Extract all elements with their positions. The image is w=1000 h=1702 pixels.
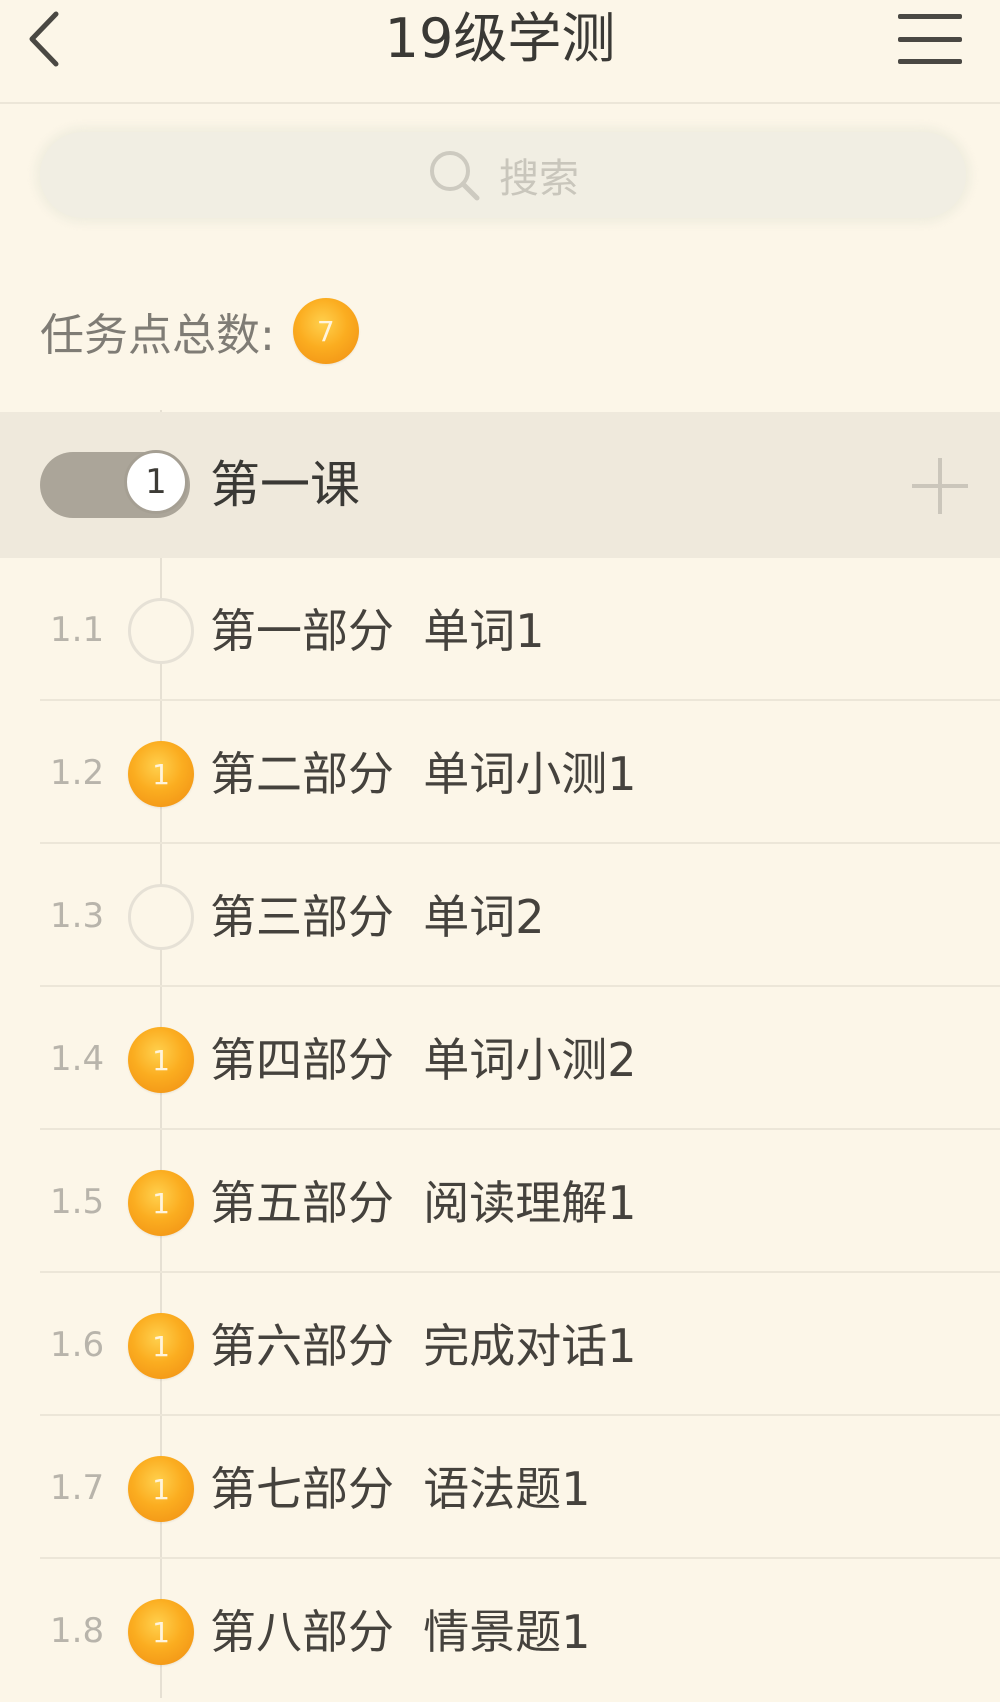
- task-total-label: 任务点总数:: [40, 310, 275, 361]
- lesson-title: 第三部分 单词2: [210, 890, 545, 944]
- lesson-number: 1.3: [50, 896, 105, 936]
- empty-circle-icon: [128, 884, 194, 950]
- menu-line: [898, 59, 962, 64]
- lesson-row[interactable]: 1.1 第一部分 单词1: [0, 558, 1000, 701]
- task-total-badge: 7: [292, 298, 359, 364]
- empty-circle-icon: [128, 598, 194, 664]
- lesson-row[interactable]: 1.3 第三部分 单词2: [0, 844, 1000, 987]
- lesson-number: 1.8: [50, 1611, 105, 1651]
- lesson-title: 第五部分 阅读理解1: [210, 1176, 637, 1230]
- task-total: 任务点总数: 7: [40, 296, 359, 366]
- lesson-row[interactable]: 1.4 1 第四部分 单词小测2: [0, 987, 1000, 1130]
- task-badge: 1: [128, 1170, 194, 1236]
- lesson-row[interactable]: 1.6 1 第六部分 完成对话1: [0, 1273, 1000, 1416]
- lesson-title: 第一部分 单词1: [210, 604, 545, 658]
- search-placeholder: 搜索: [499, 156, 579, 202]
- lesson-row[interactable]: 1.7 1 第七部分 语法题1: [0, 1416, 1000, 1559]
- menu-line: [898, 14, 962, 19]
- lesson-number: 1.1: [50, 610, 105, 650]
- task-badge: 1: [128, 1456, 194, 1522]
- lesson-number: 1.7: [50, 1468, 105, 1508]
- chapter-title: 第一课: [210, 456, 360, 514]
- task-badge: 1: [128, 1313, 194, 1379]
- task-badge: 1: [128, 1027, 194, 1093]
- lesson-row[interactable]: 1.2 1 第二部分 单词小测1: [0, 701, 1000, 844]
- search-icon: [430, 151, 480, 201]
- lesson-title: 第四部分 单词小测2: [210, 1033, 637, 1087]
- page-title: 19级学测: [384, 7, 616, 70]
- lesson-row[interactable]: 1.5 1 第五部分 阅读理解1: [0, 1130, 1000, 1273]
- lesson-number: 1.6: [50, 1325, 105, 1365]
- lesson-title: 第二部分 单词小测1: [210, 747, 637, 801]
- task-badge: 1: [128, 1599, 194, 1665]
- lesson-number: 1.2: [50, 753, 105, 793]
- task-badge: 1: [128, 741, 194, 807]
- lesson-list: 1.1 第一部分 单词1 1.2 1 第二部分 单词小测1 1.3 第三部分 单词2 1.4 1…: [0, 558, 1000, 1702]
- lesson-number: 1.4: [50, 1039, 105, 1079]
- plus-icon[interactable]: [912, 458, 968, 514]
- lesson-number: 1.5: [50, 1182, 105, 1222]
- lesson-title: 第七部分 语法题1: [210, 1462, 591, 1516]
- lesson-title: 第八部分 情景题1: [210, 1605, 591, 1659]
- chapter-number: 1: [124, 450, 188, 514]
- chapter-row[interactable]: 1 第一课: [0, 412, 1000, 558]
- search-input[interactable]: 搜索: [40, 132, 966, 218]
- hamburger-menu-icon[interactable]: [898, 14, 962, 64]
- lesson-row[interactable]: 1.8 1 第八部分 情景题1: [0, 1559, 1000, 1702]
- lesson-title: 第六部分 完成对话1: [210, 1319, 637, 1373]
- menu-line: [898, 36, 962, 42]
- header-bar: 19级学测: [0, 0, 1000, 104]
